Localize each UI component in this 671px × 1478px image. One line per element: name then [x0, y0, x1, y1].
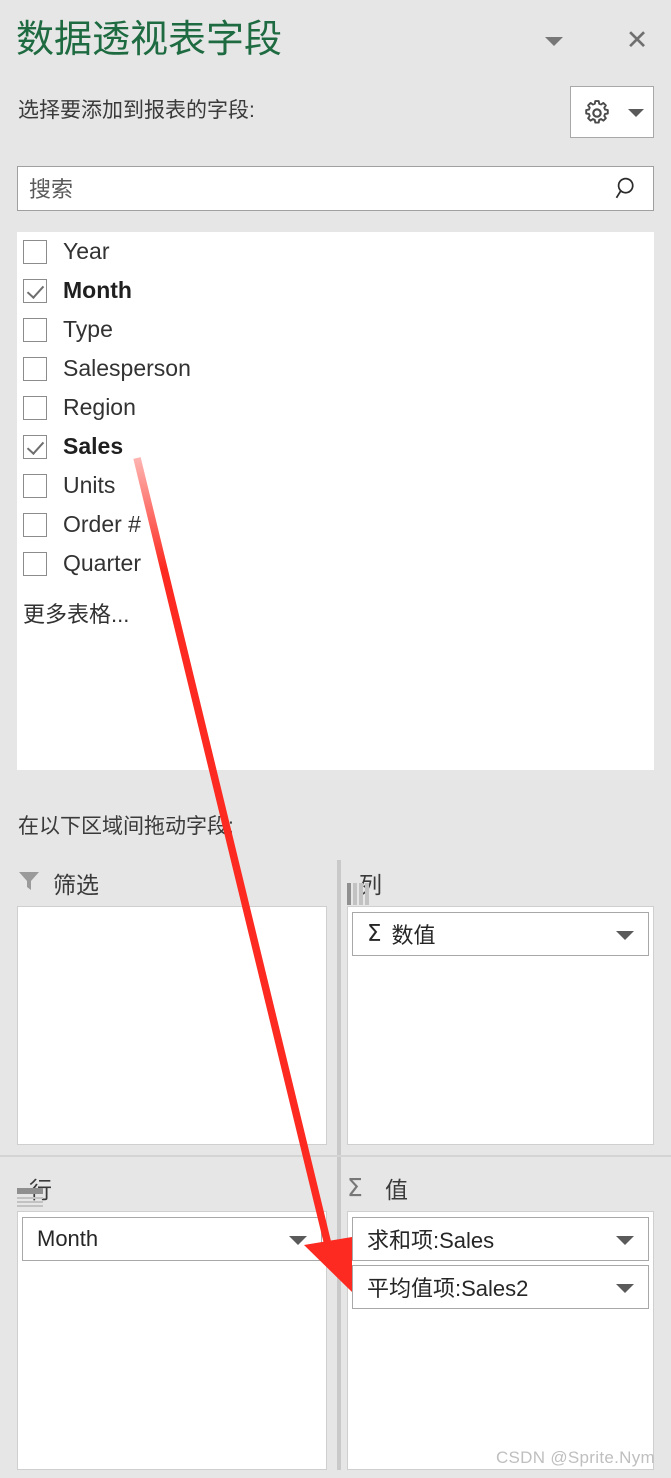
area-field-chip[interactable]: Σ 数值	[352, 912, 649, 956]
field-row[interactable]: Units	[17, 466, 654, 505]
field-label: Sales	[63, 433, 124, 459]
field-label: Month	[63, 277, 132, 303]
area-filters-header: 筛选	[17, 860, 99, 906]
funnel-icon	[17, 870, 41, 897]
search-box[interactable]	[17, 166, 654, 212]
area-field-chip-label: 平均值项:Sales2	[367, 1276, 529, 1301]
field-label: Region	[63, 394, 136, 420]
drag-fields-instruction: 在以下区域间拖动字段:	[18, 815, 234, 838]
chevron-down-icon[interactable]	[616, 1236, 634, 1245]
chevron-down-icon[interactable]	[289, 1236, 307, 1245]
area-values-label: 值	[385, 1177, 408, 1203]
checkbox-unchecked-icon[interactable]	[23, 512, 47, 537]
checkbox-unchecked-icon[interactable]	[23, 395, 47, 420]
checkbox-unchecked-icon[interactable]	[23, 473, 47, 498]
page-title: 数据透视表字段	[16, 19, 283, 61]
checkbox-unchecked-icon[interactable]	[23, 239, 47, 264]
checkbox-checked-icon[interactable]	[23, 434, 47, 459]
field-label: Type	[63, 316, 113, 342]
pivottable-fields-pane: 数据透视表字段 ✕ 选择要添加到报表的字段: Year Month Type Sale…	[0, 0, 671, 1478]
pane-titlebar: 数据透视表字段 ✕	[0, 0, 671, 80]
search-icon[interactable]	[611, 173, 643, 205]
pane-menu-button[interactable]	[537, 23, 571, 57]
checkbox-unchecked-icon[interactable]	[23, 551, 47, 576]
field-row[interactable]: Region	[17, 388, 654, 427]
field-row[interactable]: Year	[17, 232, 654, 271]
field-row[interactable]: Sales	[17, 427, 654, 466]
area-field-chip[interactable]: 平均值项:Sales2	[352, 1265, 649, 1309]
chevron-down-icon	[628, 109, 644, 117]
close-button[interactable]: ✕	[620, 23, 654, 57]
field-label: Units	[63, 472, 116, 498]
field-row[interactable]: Quarter	[17, 544, 654, 583]
field-row[interactable]: Order #	[17, 505, 654, 544]
area-filters[interactable]: 筛选	[17, 860, 327, 1145]
field-list[interactable]: Year Month Type Salesperson Region Sales Units…	[17, 232, 654, 770]
area-values-dropzone[interactable]: 求和项:Sales 平均值项:Sales2	[347, 1211, 654, 1470]
watermark: CSDN @Sprite.Nym	[495, 1448, 655, 1467]
search-input[interactable]	[27, 167, 591, 212]
more-tables-link[interactable]: 更多表格...	[17, 597, 654, 629]
field-list-tools-button[interactable]	[570, 86, 654, 138]
close-icon: ✕	[625, 25, 649, 55]
field-label: Order #	[63, 511, 141, 537]
field-label: Salesperson	[63, 355, 191, 381]
area-field-chip-label: Month	[37, 1226, 99, 1251]
field-label: Year	[63, 238, 110, 264]
chevron-down-icon[interactable]	[616, 1284, 634, 1293]
area-columns-dropzone[interactable]: Σ 数值	[347, 906, 654, 1145]
field-row[interactable]: Month	[17, 271, 654, 310]
chevron-down-icon	[545, 37, 563, 46]
area-columns[interactable]: 列 Σ 数值	[347, 860, 654, 1145]
area-values-header: Σ 值	[347, 1165, 408, 1211]
area-values[interactable]: Σ 值 求和项:Sales 平均值项:Sales2	[347, 1165, 654, 1470]
checkbox-unchecked-icon[interactable]	[23, 356, 47, 381]
checkbox-checked-icon[interactable]	[23, 278, 47, 303]
area-columns-header: 列	[347, 860, 382, 906]
field-row[interactable]: Type	[17, 310, 654, 349]
sigma-icon: Σ	[347, 1173, 363, 1202]
field-label: Quarter	[63, 550, 141, 576]
area-field-chip-label: 数值	[391, 923, 436, 948]
gear-icon	[585, 100, 609, 124]
area-filters-label: 筛选	[53, 872, 99, 898]
field-row[interactable]: Salesperson	[17, 349, 654, 388]
area-field-chip[interactable]: 求和项:Sales	[352, 1217, 649, 1261]
area-field-chip-label: 求和项:Sales	[367, 1228, 495, 1253]
area-rows-header: 行	[17, 1165, 52, 1211]
area-rows-dropzone[interactable]: Month	[17, 1211, 327, 1470]
checkbox-unchecked-icon[interactable]	[23, 317, 47, 342]
area-field-chip[interactable]: Month	[22, 1217, 322, 1261]
chevron-down-icon[interactable]	[616, 931, 634, 940]
pivot-areas: 筛选 列 Σ 数值 Month Σ 值 求和项:Sales 平均值项:Sales…	[0, 860, 671, 1478]
area-rows[interactable]: 行 Month	[17, 1165, 327, 1470]
sigma-icon: Σ	[367, 921, 382, 947]
field-selection-instruction: 选择要添加到报表的字段:	[18, 99, 255, 122]
area-filters-dropzone[interactable]	[17, 906, 327, 1145]
